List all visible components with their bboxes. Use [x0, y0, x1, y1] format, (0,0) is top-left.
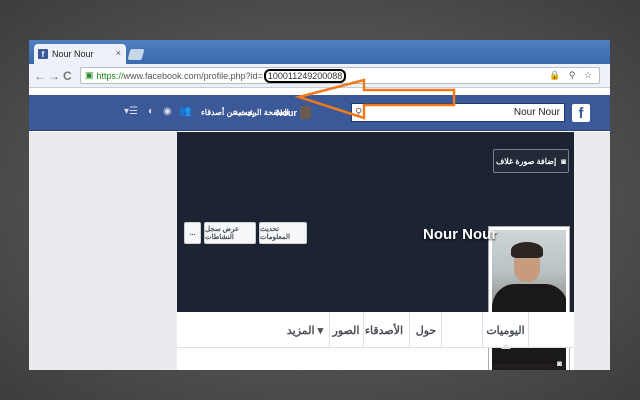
activity-log-button[interactable]: عرض سجل النشاطات: [204, 222, 256, 244]
address-bar-icons[interactable]: 🔒 ⚲ ☆: [549, 70, 595, 81]
tab-about[interactable]: حول: [411, 312, 441, 348]
messages-icon[interactable]: ◉: [163, 106, 172, 117]
update-photo-camera-icon[interactable]: ◙: [557, 359, 562, 368]
forward-icon[interactable]: →: [48, 69, 60, 83]
tab-divider: [528, 312, 529, 348]
tab-timeline[interactable]: اليوميات: [482, 312, 528, 349]
address-bar[interactable]: ▣ https:// www.facebook.com/profile.php?…: [80, 67, 600, 84]
camera-icon: ◙: [561, 156, 567, 166]
tab-title: Nour Nour: [52, 49, 94, 59]
right-gutter: [574, 132, 610, 370]
notifications-icon[interactable]: ◐: [148, 106, 154, 117]
add-cover-photo-button[interactable]: إضافة صورة غلاف ◙: [493, 149, 569, 173]
reload-icon[interactable]: C: [63, 69, 72, 83]
facebook-header: f ⚲ Nour Nour Nour الصفحة الرئيسية بحث ع…: [29, 95, 610, 131]
tab-divider: [409, 312, 410, 348]
url-path: www.facebook.com/profile.php?id=: [123, 70, 263, 81]
profile-name[interactable]: Nour Nour: [423, 226, 497, 243]
nav-avatar: [300, 106, 311, 119]
tab-divider: [441, 312, 442, 348]
search-icon[interactable]: ⚲: [355, 107, 362, 118]
tab-photos[interactable]: الصور: [331, 312, 361, 348]
left-gutter: [29, 132, 177, 370]
url-protocol: https://: [96, 70, 124, 81]
close-tab-icon[interactable]: ×: [116, 48, 121, 58]
profile-tabs: اليوميات حول الأصدقاء الصور المزيد ▾: [177, 312, 574, 349]
facebook-favicon-icon: f: [38, 49, 48, 59]
search-input[interactable]: ⚲ Nour Nour: [351, 103, 565, 122]
back-icon[interactable]: ←: [34, 69, 46, 83]
browser-tab-bar: f Nour Nour ×: [29, 40, 610, 64]
profile-photo-image: ◙: [492, 230, 566, 370]
tab-divider: [329, 312, 330, 348]
search-value: Nour Nour: [513, 107, 560, 118]
secure-lock-icon: ▣: [85, 70, 94, 80]
settings-icon[interactable]: ▾☰: [124, 106, 138, 117]
tab-divider: [363, 312, 364, 348]
browser-window: f Nour Nour × ← → C ▣ https:// www.faceb…: [29, 40, 610, 370]
add-cover-label: إضافة صورة غلاف: [495, 156, 557, 166]
more-options-button[interactable]: ...: [184, 222, 201, 244]
tab-more[interactable]: المزيد ▾: [283, 312, 327, 348]
photo-hair-shape: [511, 242, 543, 258]
nav-find-friends-link[interactable]: بحث عن أصدقاء: [201, 108, 255, 117]
facebook-logo-icon[interactable]: f: [572, 104, 590, 122]
new-tab-button[interactable]: [127, 49, 145, 60]
url-profile-id: 100011249200088: [263, 68, 347, 83]
update-info-button[interactable]: تحديث المعلومات: [259, 222, 307, 244]
browser-tab[interactable]: f Nour Nour ×: [34, 44, 126, 64]
browser-toolbar: ← → C ▣ https:// www.facebook.com/profil…: [29, 64, 610, 88]
tab-friends[interactable]: الأصدقاء: [363, 312, 405, 348]
friend-requests-icon[interactable]: 👥: [179, 106, 191, 117]
